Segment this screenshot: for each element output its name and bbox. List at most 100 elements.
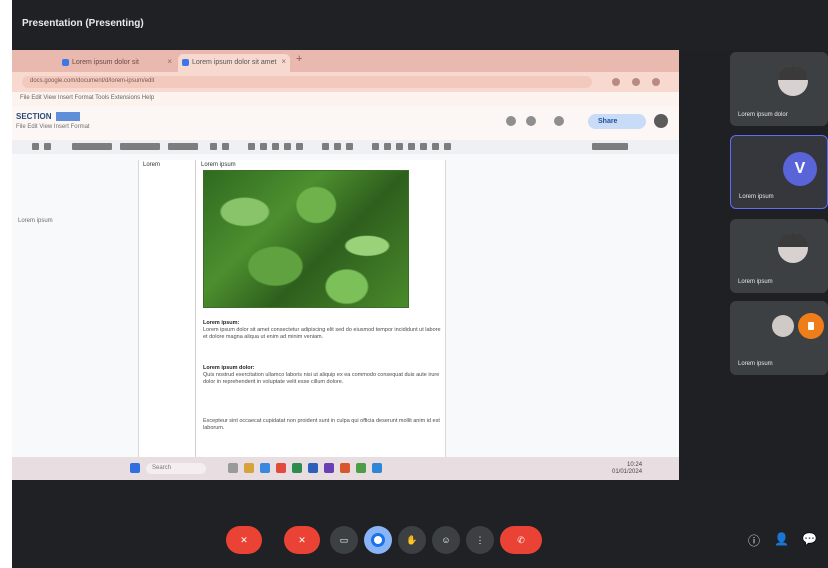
mic-off-icon[interactable]: ✕ [226,526,262,554]
table-divider [195,160,196,457]
participant-name: Lorem ipsum [739,194,774,200]
docs-favicon-icon [62,59,69,66]
doc-paragraph: Excepteur sint occaecat cupidatat non pr… [203,418,440,431]
redo-icon[interactable] [44,143,51,150]
new-tab-button[interactable]: + [296,53,302,65]
italic-icon[interactable] [260,143,267,150]
teams-icon[interactable] [324,463,334,473]
participant-name: Lorem ipsum [738,361,773,367]
link-icon[interactable] [322,143,329,150]
undo-icon[interactable] [32,143,39,150]
app-icon[interactable] [372,463,382,473]
extensions-icon[interactable] [632,78,640,86]
close-icon[interactable]: × [281,57,286,66]
style-select[interactable] [120,143,160,150]
browser-tab-active[interactable]: Lorem ipsum dolor sit amet × [178,54,290,72]
end-call-icon[interactable]: ✆ [500,526,542,554]
doc-title[interactable]: SECTION [16,112,80,122]
bookmarks-bar[interactable]: File Edit View Insert Format Tools Exten… [12,92,679,106]
captions-icon[interactable]: ▭ [330,526,358,554]
avatar[interactable] [654,114,668,128]
edge-icon[interactable] [260,463,270,473]
excel-icon[interactable] [292,463,302,473]
underline-icon[interactable] [272,143,279,150]
app-icon[interactable] [356,463,366,473]
leaf-image[interactable] [203,170,409,308]
people-icon[interactable]: 👤 [774,532,789,546]
url-field[interactable]: docs.google.com/document/d/lorem-ipsum/e… [22,76,592,88]
folder-icon[interactable] [244,463,254,473]
outline-item[interactable]: Lorem ipsum [18,218,53,224]
participant-tile[interactable]: Lorem ipsum [730,301,828,375]
bold-icon[interactable] [248,143,255,150]
table-cell-label: Lorem ipsum [201,162,236,168]
bookmark-star-icon[interactable] [612,78,620,86]
font-select[interactable] [168,143,198,150]
present-icon[interactable] [364,526,392,554]
participant-tile-active[interactable]: V Lorem ipsum [730,135,828,209]
taskbar-search[interactable]: Search [146,463,206,474]
checklist-icon[interactable] [396,143,403,150]
camera-off-icon[interactable]: ✕ [284,526,320,554]
participant-video [772,315,794,337]
decrease-font-icon[interactable] [210,143,217,150]
highlight-icon[interactable] [296,143,303,150]
tab-label: Lorem ipsum dolor sit amet [192,59,277,66]
participant-hair [778,233,808,247]
participant-tile[interactable]: Lorem ipsum dolor [730,52,828,126]
title-selection [55,112,80,122]
raise-hand-icon[interactable]: ✋ [398,526,426,554]
browser-tabbar: Lorem ipsum dolor sit × Lorem ipsum dolo… [12,50,679,72]
history-icon[interactable] [506,116,516,126]
chrome-icon[interactable] [276,463,286,473]
taskbar-clock[interactable]: 10:24 01/01/2024 [612,462,642,476]
clear-format-icon[interactable] [444,143,451,150]
profile-icon[interactable] [652,78,660,86]
formatting-toolbar [12,140,679,154]
browser-tab[interactable]: Lorem ipsum dolor sit × [58,54,176,72]
hand-raised-glyph [808,322,814,330]
editing-mode-select[interactable] [592,143,628,150]
os-taskbar: Search 10:24 01/01/2024 [12,457,679,480]
doc-canvas: Lorem ipsum Lorem Lorem ipsum Lorem ipsu… [12,154,679,457]
start-icon[interactable] [130,463,140,473]
participant-hair [778,66,808,80]
table-cell-label: Lorem [143,162,161,168]
meet-topbar: Presentation (Presenting) [12,0,828,50]
comment-icon[interactable] [526,116,536,126]
line-spacing-icon[interactable] [384,143,391,150]
shared-screen: Lorem ipsum dolor sit × Lorem ipsum dolo… [12,50,679,480]
powerpoint-icon[interactable] [340,463,350,473]
present-glyph [371,533,385,547]
emoji-icon[interactable]: ☺ [432,526,460,554]
docs-favicon-icon [182,59,189,66]
meeting-controls: ✕ ✕ ▭ ✋ ☺ ⋮ ✆ ⓘ 👤 💬 [12,522,828,558]
participant-name: Lorem ipsum dolor [738,112,788,118]
doc-header: SECTION File Edit View Insert Format Sha… [12,106,679,140]
chat-icon[interactable]: 💬 [802,532,817,546]
zoom-select[interactable] [72,143,112,150]
doc-paragraph: Lorem ipsum: Lorem ipsum dolor sit amet … [203,320,441,340]
more-options-icon[interactable]: ⋮ [466,526,494,554]
text-color-icon[interactable] [284,143,291,150]
increase-font-icon[interactable] [222,143,229,150]
numbered-list-icon[interactable] [420,143,427,150]
comment-add-icon[interactable] [334,143,341,150]
align-icon[interactable] [372,143,379,150]
doc-menu[interactable]: File Edit View Insert Format [16,124,90,130]
address-bar: docs.google.com/document/d/lorem-ipsum/e… [12,72,679,92]
taskview-icon[interactable] [228,463,238,473]
tab-label: Lorem ipsum dolor sit [72,59,139,66]
image-icon[interactable] [346,143,353,150]
bullet-list-icon[interactable] [408,143,415,150]
share-button[interactable]: Share [588,114,646,129]
close-icon[interactable]: × [167,57,172,66]
participant-name: Lorem ipsum [738,279,773,285]
indent-icon[interactable] [432,143,439,150]
info-icon[interactable]: ⓘ [748,532,760,549]
participant-tile[interactable]: Lorem ipsum [730,219,828,293]
word-icon[interactable] [308,463,318,473]
avatar: V [783,152,817,186]
meet-icon[interactable] [554,116,564,126]
doc-page[interactable]: Lorem Lorem ipsum Lorem ipsum: Lorem ips… [138,160,446,457]
